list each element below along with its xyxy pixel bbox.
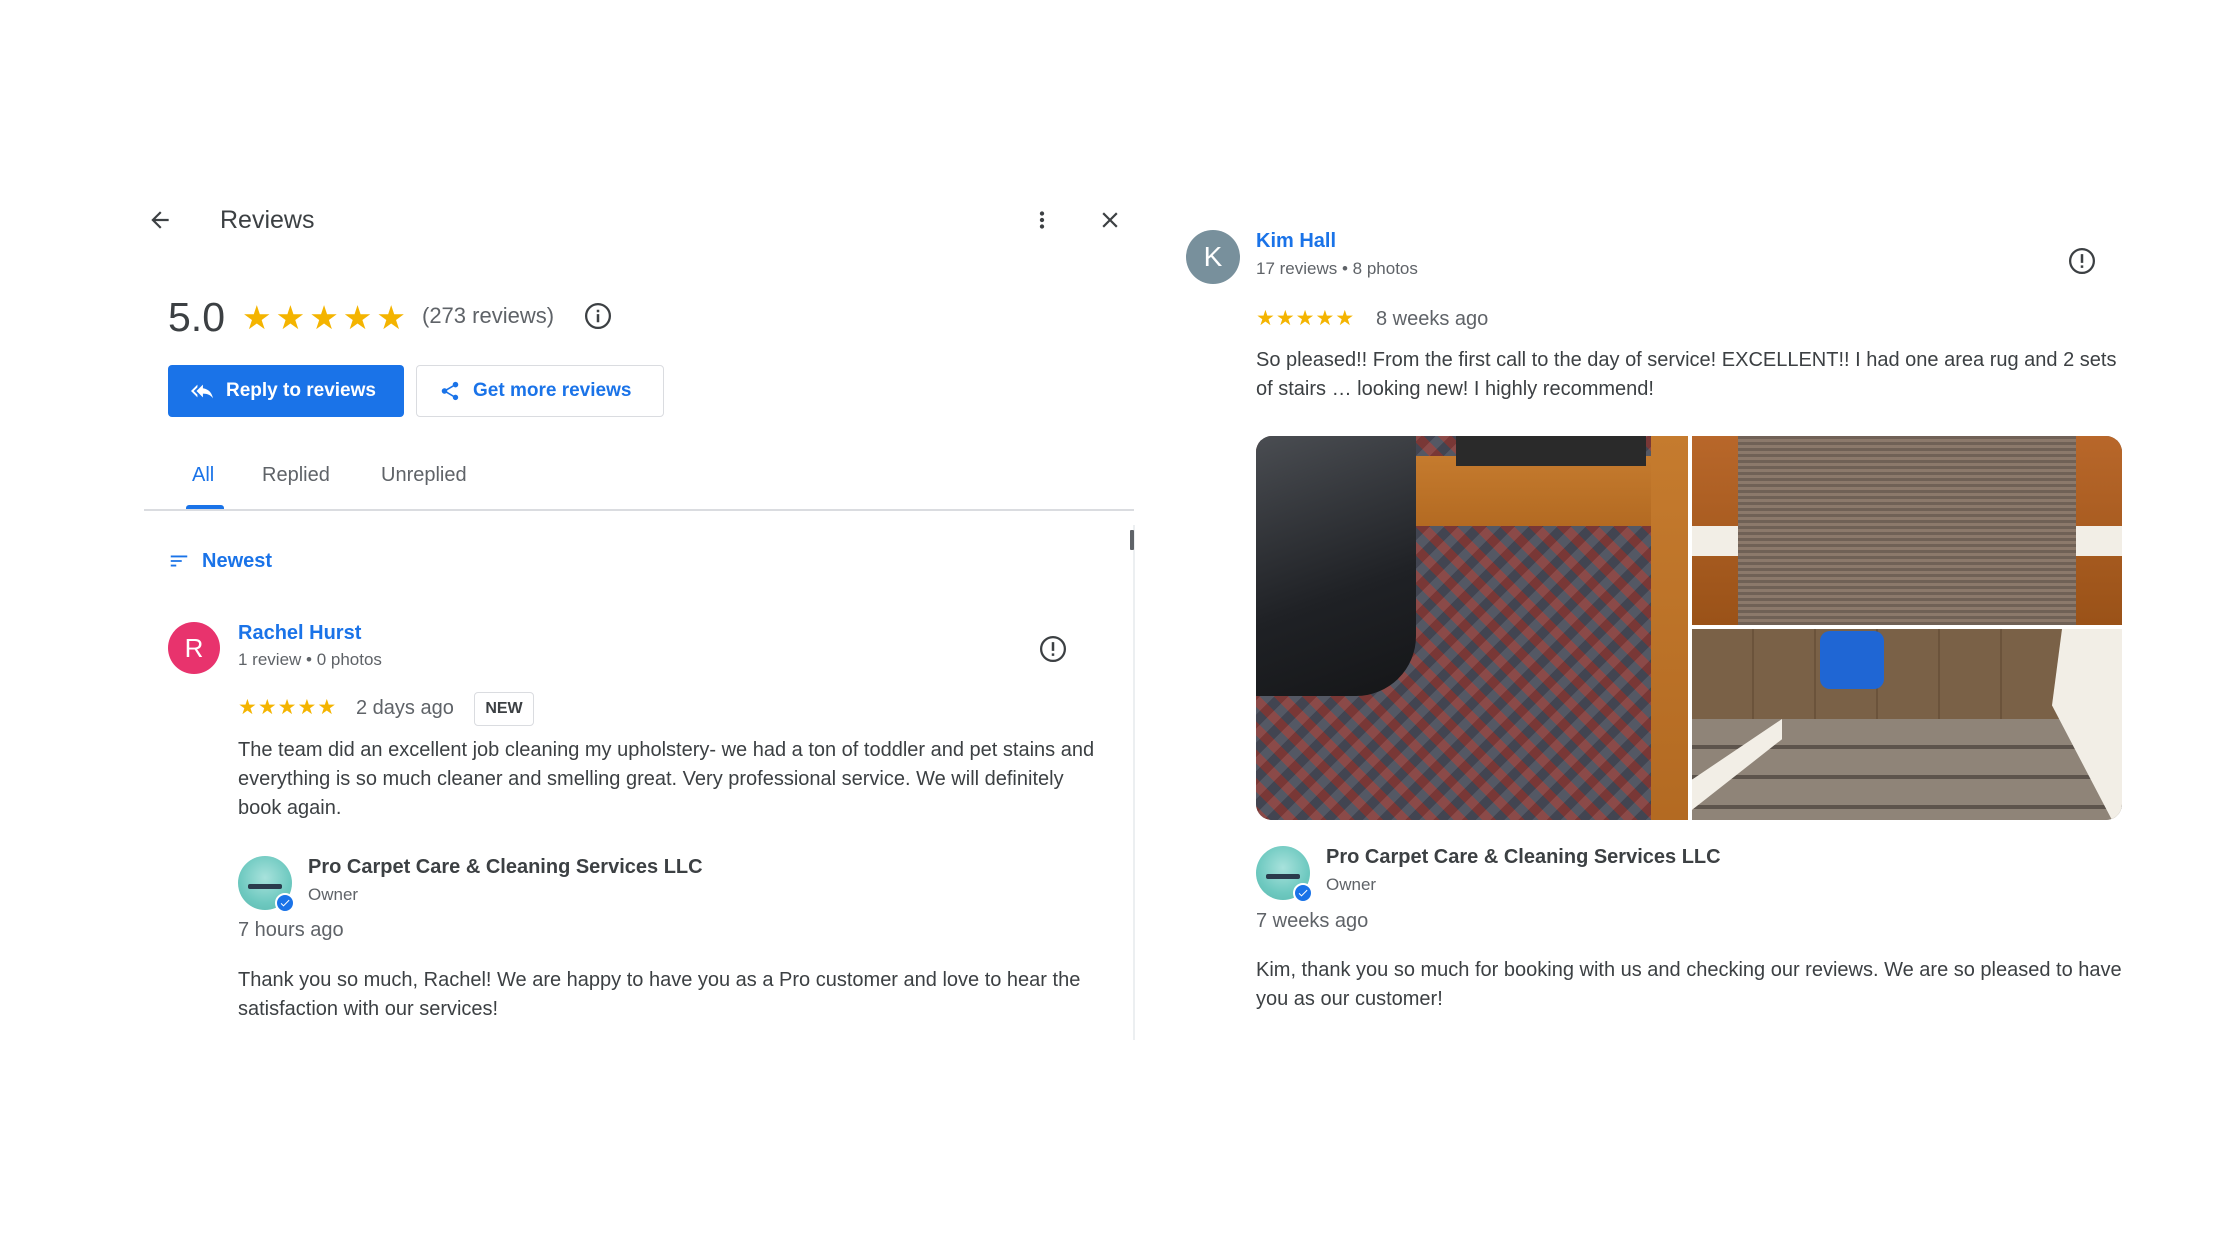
report-icon <box>1040 636 1066 662</box>
fireplace-area <box>1456 436 1646 466</box>
owner-role: Owner <box>1326 875 1377 894</box>
info-button[interactable] <box>582 300 614 332</box>
reply-text: Thank you so much, Rachel! We are happy … <box>238 969 1081 1020</box>
star-icon: ★ <box>1256 307 1275 330</box>
floor-area <box>1651 436 1688 820</box>
star-icon: ★ <box>257 696 277 719</box>
reviewer-name[interactable]: Kim Hall <box>1256 230 1336 253</box>
star-icon: ★ <box>1315 307 1335 330</box>
back-button[interactable] <box>144 204 176 236</box>
share-icon <box>441 381 459 401</box>
rating-stars: ★ ★ ★ ★ ★ <box>242 301 406 334</box>
report-icon <box>2069 248 2095 274</box>
get-more-reviews-label: Get more reviews <box>473 380 632 401</box>
review-text: So pleased!! From the first call to the … <box>1256 349 2117 400</box>
avatar-letter: R <box>184 632 204 663</box>
stair-runner-photo[interactable] <box>1692 436 2122 625</box>
couch-area <box>1256 436 1416 696</box>
star-icon: ★ <box>242 299 272 336</box>
reviews-panel: Reviews 5.0 ★ ★ ★ ★ ★ (273 reviews) Repl… <box>144 180 1135 1040</box>
verified-icon <box>275 893 295 913</box>
reply-date: 7 hours ago <box>238 919 344 941</box>
sort-button[interactable]: Newest <box>168 546 272 576</box>
reply-to-reviews-button[interactable]: Reply to reviews <box>168 365 404 417</box>
scrollbar-thumb[interactable] <box>1130 530 1134 550</box>
star-icon: ★ <box>309 299 339 336</box>
review-text: The team did an excellent job cleaning m… <box>238 739 1095 819</box>
reviews-count: (273 reviews) <box>422 303 555 328</box>
star-icon: ★ <box>342 299 373 336</box>
get-more-reviews-button[interactable]: Get more reviews <box>416 365 664 417</box>
area-rug-photo[interactable] <box>1256 436 1688 820</box>
reply-all-icon <box>191 384 213 399</box>
arrow-back-icon <box>151 211 169 229</box>
owner-name: Pro Carpet Care & Cleaning Services LLC <box>1326 846 1721 868</box>
star-icon: ★ <box>1295 307 1315 330</box>
average-rating: 5.0 <box>168 294 225 340</box>
avatar-letter: K <box>1203 241 1223 272</box>
owner-logo <box>1256 846 1313 903</box>
tab-all[interactable]: All <box>192 464 214 487</box>
report-review-button[interactable] <box>1036 632 1070 666</box>
review-stars: ★ ★ ★ ★ ★ <box>238 697 336 718</box>
report-review-button[interactable] <box>2065 244 2099 278</box>
sort-label: Newest <box>202 549 273 572</box>
stair-riser <box>2076 526 2122 556</box>
review-stars: ★ ★ ★ ★ ★ <box>1256 308 1354 329</box>
verified-icon <box>1293 883 1313 903</box>
star-icon: ★ <box>1275 307 1295 330</box>
avatar[interactable]: K <box>1186 230 1240 284</box>
page-title: Reviews <box>220 206 315 234</box>
new-badge: NEW <box>474 692 534 726</box>
close-icon <box>1102 212 1118 228</box>
star-icon: ★ <box>275 299 306 336</box>
star-icon: ★ <box>1335 307 1355 330</box>
star-icon: ★ <box>297 696 317 719</box>
reviewer-meta: 17 reviews • 8 photos <box>1256 259 1418 278</box>
more-vert-icon <box>1039 211 1045 229</box>
star-icon: ★ <box>238 696 257 719</box>
star-icon: ★ <box>376 299 406 336</box>
review-date: 2 days ago <box>356 697 454 719</box>
more-options-button[interactable] <box>1027 204 1057 236</box>
reply-text: Kim, thank you so much for booking with … <box>1256 959 2122 1010</box>
sort-icon <box>170 555 188 567</box>
review-photos <box>1256 436 2122 820</box>
owner-role: Owner <box>308 885 359 904</box>
stair-riser <box>1692 526 1738 556</box>
reviewer-meta: 1 review • 0 photos <box>238 650 382 669</box>
railing-area <box>1692 719 1782 810</box>
reply-date: 7 weeks ago <box>1256 910 1369 932</box>
tab-replied[interactable]: Replied <box>262 464 330 487</box>
owner-logo <box>238 856 295 913</box>
close-button[interactable] <box>1094 204 1126 236</box>
reviewer-name[interactable]: Rachel Hurst <box>238 622 361 645</box>
owner-name: Pro Carpet Care & Cleaning Services LLC <box>308 856 703 878</box>
star-icon: ★ <box>317 696 337 719</box>
review-date: 8 weeks ago <box>1376 308 1489 330</box>
tabs-divider <box>144 509 1134 511</box>
review-detail-panel: K Kim Hall 17 reviews • 8 photos ★ ★ ★ ★… <box>1164 196 2154 1031</box>
stairs-with-blower-photo[interactable] <box>1692 629 2122 820</box>
star-icon: ★ <box>277 696 297 719</box>
air-mover-blower <box>1820 631 1884 689</box>
info-icon <box>585 303 611 329</box>
floor-area <box>1396 456 1688 526</box>
avatar[interactable]: R <box>168 622 220 674</box>
panel-divider <box>1133 525 1135 1040</box>
reply-to-reviews-label: Reply to reviews <box>226 380 376 401</box>
tab-unreplied[interactable]: Unreplied <box>381 464 467 487</box>
